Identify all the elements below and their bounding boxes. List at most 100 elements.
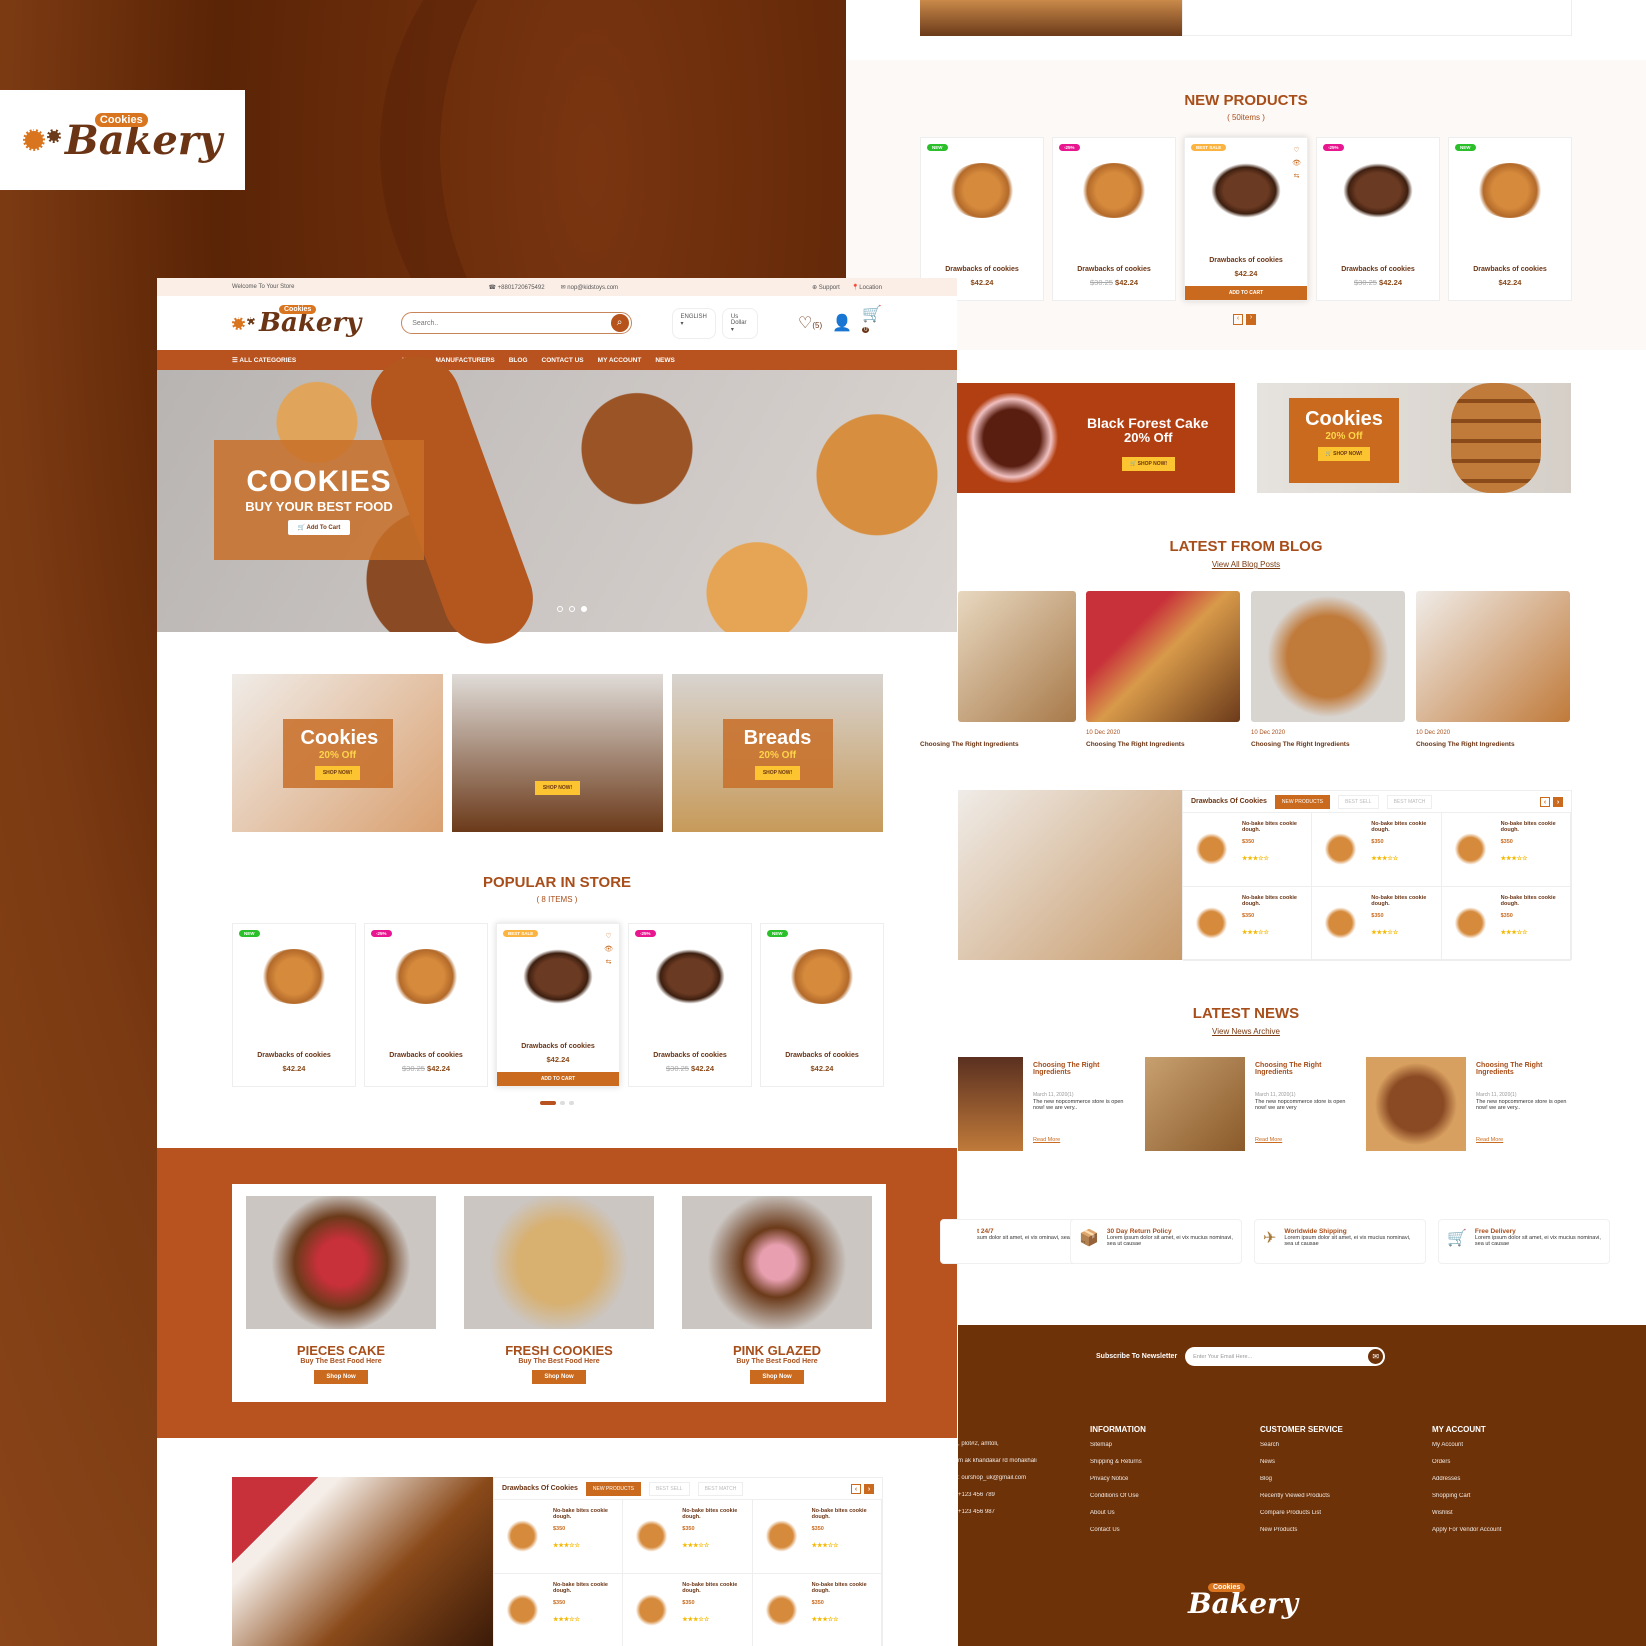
nav-link-contact-us[interactable]: CONTACT US	[542, 357, 584, 364]
blog-title-link[interactable]: Choosing The Right Ingredients	[1086, 741, 1185, 748]
prev-arrow-button[interactable]: ‹	[1233, 314, 1243, 325]
tab-best-sell[interactable]: BEST SELL	[649, 1481, 690, 1496]
product-card[interactable]: BEST SALE Drawbacks of cookies $42.24 ♡ 👁 ⇆ AD…	[496, 923, 620, 1087]
product-name[interactable]: Drawbacks of cookies	[1053, 266, 1175, 273]
shop-now-button[interactable]: Shop Now	[314, 1370, 368, 1384]
footer-link[interactable]: Addresses	[1432, 1476, 1501, 1482]
newsletter-email-input[interactable]: Enter Your Email Here... ✉	[1185, 1347, 1386, 1366]
footer-link[interactable]: Wishlist	[1432, 1510, 1501, 1516]
footer-link[interactable]: Apply For Vendor Account	[1432, 1527, 1501, 1533]
news-image[interactable]	[1145, 1057, 1245, 1151]
next-arrow-button[interactable]: ›	[1246, 314, 1256, 325]
blog-title-link[interactable]: Choosing The Right Ingredients	[1416, 741, 1515, 748]
nav-link-news[interactable]: NEWS	[655, 357, 675, 364]
footer-link[interactable]: Sitemap	[1090, 1442, 1146, 1448]
footer-link[interactable]: About Us	[1090, 1510, 1146, 1516]
tabbox-item[interactable]: No-bake bites cookie dough. $350 ★★★☆☆	[1183, 887, 1313, 961]
news-title-link[interactable]: Choosing The Right Ingredients	[1033, 1062, 1133, 1076]
next-arrow-button[interactable]: ›	[864, 1483, 874, 1494]
news-image[interactable]	[958, 1057, 1023, 1151]
tab-new-products[interactable]: NEW PRODUCTS	[585, 1481, 641, 1496]
shop-now-button[interactable]: SHOP NOW!	[534, 781, 581, 795]
footer-link[interactable]: Search	[1260, 1442, 1343, 1448]
location-link[interactable]: 📍Location	[852, 284, 882, 291]
product-name[interactable]: Drawbacks of cookies	[921, 266, 1043, 273]
tabbox-item[interactable]: No-bake bites cookie dough. $350 ★★★☆☆	[753, 1574, 882, 1646]
item-name[interactable]: No-bake bites cookie dough.	[1242, 895, 1297, 907]
nav-link-my-account[interactable]: MY ACCOUNT	[598, 357, 642, 364]
footer-link[interactable]: Shopping Cart	[1432, 1493, 1501, 1499]
item-name[interactable]: No-bake bites cookie dough.	[553, 1508, 608, 1520]
tabbox-item[interactable]: No-bake bites cookie dough. $350 ★★★☆☆	[623, 1574, 753, 1646]
read-more-link[interactable]: Read More	[1033, 1137, 1060, 1143]
item-name[interactable]: No-bake bites cookie dough.	[682, 1582, 737, 1594]
wishlist-icon[interactable]: ♡(5)	[798, 313, 822, 333]
product-name[interactable]: Drawbacks of cookies	[761, 1052, 883, 1059]
blog-image[interactable]	[958, 591, 1076, 722]
footer-link[interactable]: New Products	[1260, 1527, 1343, 1533]
product-card[interactable]: NEW Drawbacks of cookies $42.24	[232, 923, 356, 1087]
mail-icon[interactable]: ✉	[1368, 1349, 1384, 1364]
item-name[interactable]: No-bake bites cookie dough.	[1371, 821, 1426, 833]
promo-cookies[interactable]: Cookies 20% Off 🛒 SHOP NOW!	[1257, 383, 1571, 493]
item-name[interactable]: No-bake bites cookie dough.	[1501, 821, 1556, 833]
header-logo[interactable]: Cookies Bakery	[232, 305, 361, 338]
next-arrow-button[interactable]: ›	[1553, 796, 1563, 807]
shop-now-button[interactable]: SHOP NOW!	[754, 765, 801, 780]
language-select[interactable]: ENGLISH ▾	[671, 307, 716, 339]
phone[interactable]: ☎ +8801720675492	[489, 284, 545, 291]
tab-best-match[interactable]: BEST MATCH	[697, 1481, 744, 1496]
tab-best-match[interactable]: BEST MATCH	[1386, 794, 1433, 809]
product-name[interactable]: Drawbacks of cookies	[497, 1043, 619, 1050]
tabbox-item[interactable]: No-bake bites cookie dough. $350 ★★★☆☆	[1441, 813, 1571, 887]
compare-icon[interactable]: ⇆	[1292, 170, 1301, 183]
footer-link[interactable]: Shipping & Returns	[1090, 1459, 1146, 1465]
tabbox-item[interactable]: No-bake bites cookie dough. $350 ★★★☆☆	[1183, 813, 1313, 887]
blog-image[interactable]	[1251, 591, 1405, 722]
footer-link[interactable]: Privacy Notice	[1090, 1476, 1146, 1482]
product-card[interactable]: -25% Drawbacks of cookies $30.25 $42.24	[628, 923, 752, 1087]
item-name[interactable]: No-bake bites cookie dough.	[1242, 821, 1297, 833]
category-banner[interactable]: SHOP NOW!	[452, 674, 663, 832]
product-card[interactable]: NEW Drawbacks of cookies $42.24	[920, 137, 1044, 301]
item-name[interactable]: No-bake bites cookie dough.	[1501, 895, 1556, 907]
item-name[interactable]: No-bake bites cookie dough.	[682, 1508, 737, 1520]
footer-link[interactable]: News	[1260, 1459, 1343, 1465]
read-more-link[interactable]: Read More	[1255, 1137, 1282, 1143]
tabbox-item[interactable]: No-bake bites cookie dough. $350 ★★★☆☆	[1312, 887, 1442, 961]
hero-add-to-cart-button[interactable]: 🛒 Add To Cart	[287, 520, 351, 535]
quick-view-icon[interactable]: 👁	[604, 943, 613, 956]
blog-image[interactable]	[1416, 591, 1570, 722]
product-name[interactable]: Drawbacks of cookies	[1449, 266, 1571, 273]
footer-link[interactable]: Recently Viewed Products	[1260, 1493, 1343, 1499]
all-categories-menu[interactable]: ☰ ALL CATEGORIES	[232, 356, 402, 364]
category-banner[interactable]: Breads 20% Off SHOP NOW!	[672, 674, 883, 832]
blog-image[interactable]	[1086, 591, 1240, 722]
wishlist-icon[interactable]: ♡	[604, 930, 613, 943]
item-name[interactable]: No-bake bites cookie dough.	[1371, 895, 1426, 907]
quick-view-icon[interactable]: 👁	[1292, 157, 1301, 170]
footer-link[interactable]: Contact Us	[1090, 1527, 1146, 1533]
tabbox-item[interactable]: No-bake bites cookie dough. $350 ★★★☆☆	[752, 1500, 882, 1574]
item-name[interactable]: No-bake bites cookie dough.	[812, 1508, 867, 1520]
tabbox-item[interactable]: No-bake bites cookie dough. $350 ★★★☆☆	[494, 1574, 624, 1646]
product-name[interactable]: Drawbacks of cookies	[1185, 257, 1307, 264]
product-card[interactable]: -25% Drawbacks of cookies $30.25 $42.24	[1052, 137, 1176, 301]
item-name[interactable]: No-bake bites cookie dough.	[553, 1582, 608, 1594]
product-name[interactable]: Drawbacks of cookies	[629, 1052, 751, 1059]
product-name[interactable]: Drawbacks of cookies	[1317, 266, 1439, 273]
tabbox-item[interactable]: No-bake bites cookie dough. $350 ★★★☆☆	[1312, 813, 1442, 887]
item-name[interactable]: No-bake bites cookie dough.	[812, 1582, 867, 1594]
news-title-link[interactable]: Choosing The Right Ingredients	[1255, 1062, 1355, 1076]
product-card[interactable]: -25% Drawbacks of cookies $30.25 $42.24	[1316, 137, 1440, 301]
support-link[interactable]: ⊕ Support	[812, 284, 840, 291]
search-input[interactable]: Search.. ⌕	[401, 312, 632, 334]
view-news-archive-link[interactable]: View News Archive	[846, 1027, 1646, 1036]
add-to-cart-button[interactable]: ADD TO CART	[1185, 286, 1307, 300]
product-card[interactable]: -25% Drawbacks of cookies $30.25 $42.24	[364, 923, 488, 1087]
product-card[interactable]: NEW Drawbacks of cookies $42.24	[1448, 137, 1572, 301]
cart-icon[interactable]: 🛒0	[862, 304, 882, 342]
blog-title-link[interactable]: Choosing The Right Ingredients	[1251, 741, 1350, 748]
view-all-blog-link[interactable]: View All Blog Posts	[846, 560, 1646, 569]
promo-shop-button[interactable]: 🛒 SHOP NOW!	[1122, 457, 1175, 471]
